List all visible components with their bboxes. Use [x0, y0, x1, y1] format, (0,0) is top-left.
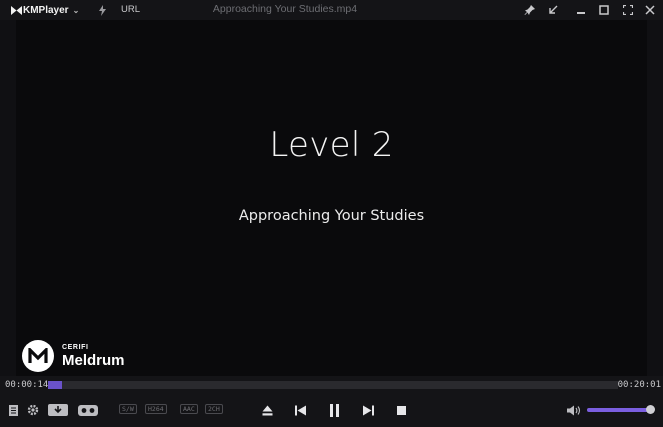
- video-title-text: Level 2: [269, 125, 394, 165]
- previous-icon[interactable]: [293, 402, 307, 418]
- audio-codec-badge[interactable]: AAC: [180, 404, 198, 414]
- control-bar: S/W H264 AAC 2CH: [0, 394, 663, 427]
- pause-icon[interactable]: [327, 402, 341, 418]
- volume-level: [587, 408, 652, 412]
- total-time: 00:20:01: [617, 380, 661, 390]
- close-icon[interactable]: [643, 3, 657, 17]
- next-icon[interactable]: [361, 402, 375, 418]
- brand-logo: CERIFI Meldrum: [22, 340, 125, 372]
- vr-icon[interactable]: [77, 402, 99, 418]
- minimode-icon[interactable]: [546, 3, 560, 17]
- playlist-icon[interactable]: [7, 402, 19, 418]
- maximize-icon[interactable]: [597, 3, 611, 17]
- brand-small-text: CERIFI: [62, 344, 89, 351]
- seek-row: 00:00:14 00:20:01: [0, 376, 663, 394]
- fullscreen-icon[interactable]: [621, 3, 635, 17]
- left-border: [0, 20, 16, 376]
- volume-handle[interactable]: [646, 405, 655, 414]
- title-bar: KMPlayer ⌄ URL Approaching Your Studies.…: [0, 0, 663, 20]
- right-border: [647, 20, 663, 376]
- decoder-badge[interactable]: S/W: [119, 404, 137, 414]
- eject-icon[interactable]: [260, 402, 274, 418]
- window-title: Approaching Your Studies.mp4: [212, 3, 358, 15]
- minimize-icon[interactable]: [574, 3, 588, 17]
- download-icon[interactable]: [47, 402, 69, 418]
- seek-bar[interactable]: [48, 381, 618, 389]
- video-subtitle-text: Approaching Your Studies: [238, 208, 425, 224]
- volume-icon[interactable]: [566, 402, 582, 418]
- brand-name-text: Meldrum: [62, 352, 125, 369]
- channel-badge[interactable]: 2CH: [205, 404, 223, 414]
- meldrum-logo-icon: [22, 340, 54, 372]
- stop-icon[interactable]: [395, 402, 407, 418]
- volume-slider[interactable]: [587, 405, 655, 414]
- video-display[interactable]: Level 2 Approaching Your Studies CERIFI …: [16, 20, 647, 376]
- current-time: 00:00:14: [5, 380, 49, 390]
- pin-icon[interactable]: [523, 3, 537, 17]
- video-codec-badge[interactable]: H264: [145, 404, 167, 414]
- seek-progress: [48, 381, 62, 389]
- gear-icon[interactable]: [26, 402, 40, 418]
